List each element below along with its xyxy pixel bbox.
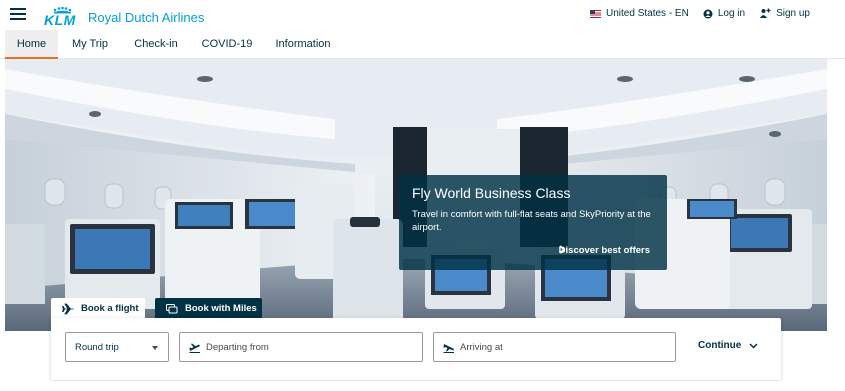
continue-label: Continue (698, 340, 742, 351)
arriving-at-input[interactable]: Arriving at (433, 332, 676, 362)
login-label: Log in (717, 8, 746, 19)
tab-information[interactable]: Information (268, 30, 338, 59)
discover-offers-link[interactable]: Discover best offers (559, 245, 650, 256)
chevron-down-icon (749, 342, 758, 349)
signup-label: Sign up (776, 8, 810, 19)
signup-link[interactable]: Sign up (759, 8, 810, 19)
plane-landing-icon (443, 342, 455, 353)
tab-book-flight[interactable]: Book a flight (51, 298, 145, 319)
logo-text: Royal Dutch Airlines (88, 10, 205, 25)
top-header: KLM Royal Dutch Airlines United States -… (0, 0, 845, 30)
plane-icon (62, 303, 74, 314)
promo-card: Fly World Business Class Travel in comfo… (399, 175, 667, 270)
tab-check-in[interactable]: Check-in (125, 30, 187, 59)
tab-book-flight-label: Book a flight (81, 303, 139, 314)
klm-logo-mark: KLM (44, 7, 81, 27)
login-link[interactable]: Log in (703, 8, 745, 19)
locale-selector[interactable]: United States - EN (590, 8, 689, 19)
continue-button[interactable]: Continue (698, 340, 758, 351)
user-icon (703, 9, 713, 18)
booking-panel: Round trip Departing from Arriving at Co… (51, 318, 781, 380)
utility-links: United States - EN Log in Sign up (590, 8, 810, 19)
plane-takeoff-icon (189, 342, 201, 353)
hero-banner: Fly World Business Class Travel in comfo… (5, 59, 827, 331)
promo-description: Travel in comfort with full-flat seats a… (412, 209, 651, 233)
us-flag-icon (590, 9, 602, 18)
logo-mark-text: KLM (44, 12, 76, 28)
menu-icon[interactable] (10, 8, 26, 20)
tab-covid-19[interactable]: COVID-19 (195, 30, 259, 59)
tab-my-trip[interactable]: My Trip (62, 30, 118, 59)
signup-icon (760, 8, 771, 18)
chevron-right-icon (559, 245, 565, 254)
tab-book-with-miles[interactable]: Book with Miles (155, 298, 262, 319)
chevron-down-icon (152, 346, 158, 350)
locale-label: United States - EN (606, 8, 689, 19)
promo-title: Fly World Business Class (412, 185, 571, 201)
page-background (0, 381, 845, 391)
tab-home[interactable]: Home (5, 30, 58, 59)
departing-from-placeholder: Departing from (206, 341, 269, 353)
miles-icon (166, 303, 178, 313)
discover-offers-label: Discover best offers (558, 245, 650, 256)
tab-book-with-miles-label: Book with Miles (185, 303, 257, 314)
klm-logo[interactable]: KLM Royal Dutch Airlines (44, 5, 204, 27)
trip-type-select[interactable]: Round trip (65, 332, 169, 362)
departing-from-input[interactable]: Departing from (179, 332, 423, 362)
main-nav: Home My Trip Check-in COVID-19 Informati… (0, 30, 845, 59)
trip-type-value: Round trip (75, 341, 119, 353)
arriving-at-placeholder: Arriving at (460, 341, 503, 353)
